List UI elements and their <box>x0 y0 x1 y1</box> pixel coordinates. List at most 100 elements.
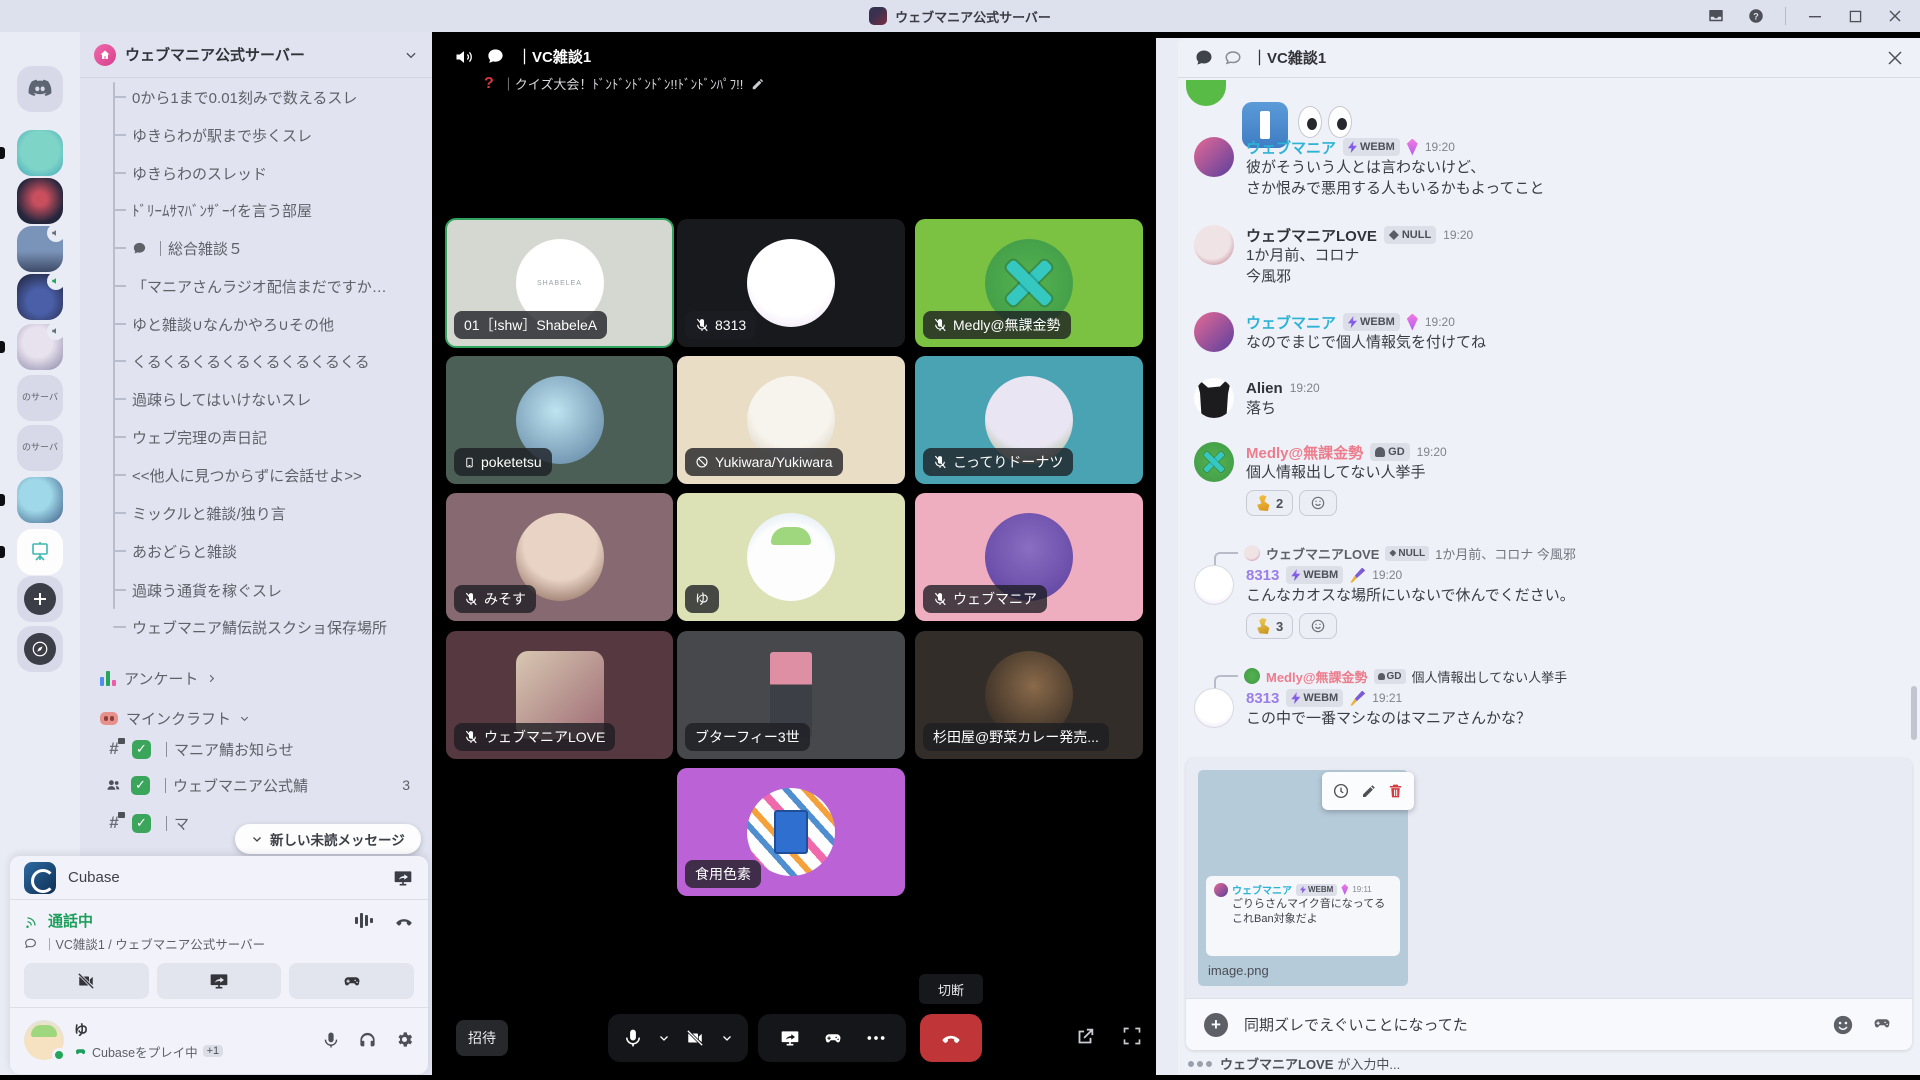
popout-icon[interactable] <box>1074 1026 1096 1048</box>
server-header[interactable]: ウェブマニア公式サーバー <box>80 32 432 78</box>
add-server-button[interactable] <box>17 576 63 622</box>
game-activity-button[interactable] <box>289 963 414 999</box>
chat-scrollbar-thumb[interactable] <box>1911 686 1917 740</box>
screen-share-button[interactable] <box>157 963 282 999</box>
server-icon-robot[interactable] <box>17 130 63 176</box>
add-reaction-button[interactable] <box>1299 613 1337 639</box>
server-icon-festival[interactable] <box>17 274 63 320</box>
reply-reference[interactable]: ウェブマニアLOVE NULL 1か月前、コロナ 今風邪 <box>1214 543 1904 563</box>
author-name[interactable]: 8313 <box>1246 690 1279 707</box>
server-icon-text-1[interactable]: のサーバ <box>17 375 63 421</box>
help-icon[interactable]: ? <box>1739 3 1773 29</box>
reaction-pill[interactable]: 3 <box>1246 613 1293 639</box>
delete-trash-icon[interactable] <box>1387 782 1404 800</box>
thread-item[interactable]: ゆきらわのスレッド <box>80 158 432 188</box>
mic-options-chevron[interactable] <box>658 1032 670 1044</box>
server-icon-anime-girl[interactable] <box>17 324 63 370</box>
minimize-button[interactable] <box>1798 3 1832 29</box>
disconnect-icon[interactable] <box>394 912 414 930</box>
avatar[interactable] <box>1194 565 1234 605</box>
server-icon-fireworks[interactable] <box>17 178 63 224</box>
avatar[interactable] <box>1194 137 1234 177</box>
chat-bubble-icon[interactable] <box>486 47 505 66</box>
edit-pencil-icon[interactable] <box>1361 783 1377 799</box>
voice-tile[interactable]: poketetsu <box>446 356 673 484</box>
close-window-button[interactable] <box>1878 3 1912 29</box>
gift-game-icon[interactable] <box>1870 1014 1894 1036</box>
voice-tile[interactable]: Medly@無課金勢 <box>915 219 1143 347</box>
voice-tile[interactable]: 8313 <box>677 219 905 347</box>
settings-gear-icon[interactable] <box>395 1030 414 1050</box>
channel-announcements[interactable]: # ✓ ｜マニア鯖お知らせ <box>80 732 432 766</box>
voice-tile[interactable]: みそす <box>446 493 673 621</box>
author-name[interactable]: ウェブマニアLOVE <box>1246 225 1377 246</box>
fullscreen-icon[interactable] <box>1122 1026 1142 1048</box>
server-icon-text-2[interactable]: のサーバ <box>17 425 63 471</box>
voice-tile[interactable]: SHABELEA 01［!shw］ShabeleA <box>446 219 673 347</box>
camera-off-button[interactable] <box>24 963 149 999</box>
avatar[interactable] <box>1194 442 1234 482</box>
camera-options-chevron[interactable] <box>721 1032 733 1044</box>
thread-item[interactable]: 「マニアさんラジオ配信まだですか… <box>80 271 432 301</box>
thread-item[interactable]: ミックルと雑談/独り言 <box>80 498 432 528</box>
poll-section[interactable]: アンケート <box>80 662 432 694</box>
author-name[interactable]: ウェブマニア <box>1246 137 1336 158</box>
voice-activity-icon[interactable] <box>355 913 373 929</box>
screen-share-button[interactable] <box>779 1028 801 1048</box>
thread-item[interactable]: くるくるくるくるくるくるくるくる <box>80 346 432 376</box>
server-icon-easel[interactable] <box>17 529 63 575</box>
explore-servers-button[interactable] <box>17 626 63 672</box>
author-name[interactable]: 8313 <box>1246 567 1279 584</box>
spoiler-eye-icon[interactable] <box>1332 782 1350 800</box>
thread-item[interactable]: ウェブマニア鯖伝説スクショ保存場所 <box>80 612 432 642</box>
thread-item[interactable]: ゆと雑談∪なんかやろ∪その他 <box>80 309 432 339</box>
author-name[interactable]: ウェブマニア <box>1246 312 1336 333</box>
voice-tile[interactable]: こってりドーナツ <box>915 356 1143 484</box>
thread-item[interactable]: <<他人に見つからずに会話せよ>> <box>80 460 432 490</box>
avatar[interactable] <box>1194 378 1234 418</box>
maximize-button[interactable] <box>1838 3 1872 29</box>
channel-official-server[interactable]: ✓ ｜ウェブマニア公式鯖 3 <box>80 768 432 802</box>
discord-home-button[interactable] <box>17 66 63 112</box>
thread-item[interactable]: 0から1まで0.01刻みで数えるスレ <box>80 82 432 112</box>
thread-item[interactable]: 過疎らしてはいけないスレ <box>80 384 432 414</box>
server-icon-couple[interactable] <box>17 477 63 523</box>
disconnect-button[interactable] <box>920 1014 982 1062</box>
avatar[interactable] <box>1194 312 1234 352</box>
inbox-icon[interactable] <box>1699 3 1733 29</box>
voice-tile[interactable]: ブターフィー3世 <box>677 631 905 759</box>
avatar[interactable] <box>1194 688 1234 728</box>
add-attachment-button[interactable]: + <box>1204 1013 1228 1037</box>
edit-pencil-icon[interactable] <box>751 77 765 91</box>
voice-tile[interactable]: ゆ <box>677 493 905 621</box>
voice-tile[interactable]: ウェブマニアLOVE <box>446 631 673 759</box>
server-icon-suit[interactable] <box>17 226 63 272</box>
voice-tile[interactable]: ウェブマニア <box>915 493 1143 621</box>
thread-item[interactable]: ゆきらわが駅まで歩くスレ <box>80 120 432 150</box>
author-name[interactable]: Medly@無課金勢 <box>1246 442 1363 463</box>
add-reaction-button[interactable] <box>1299 490 1337 516</box>
thread-item[interactable]: ウェブ完理の声日記 <box>80 422 432 452</box>
camera-off-button[interactable] <box>684 1029 706 1047</box>
mic-icon[interactable] <box>322 1030 340 1050</box>
close-chat-button[interactable] <box>1886 49 1904 67</box>
voice-tile[interactable]: Yukiwara/Yukiwara <box>677 356 905 484</box>
mic-button[interactable] <box>623 1028 643 1048</box>
thread-item[interactable]: ﾄﾞﾘｰﾑｻﾏﾊﾞﾝｻﾞｰｲを言う部屋 <box>80 195 432 225</box>
voice-tile[interactable]: 杉田屋@野菜カレー発売... <box>915 631 1143 759</box>
new-unread-messages-pill[interactable]: 新しい未読メッセージ <box>235 824 421 854</box>
thread-item[interactable]: 過疎う通貨を稼ぐスレ <box>80 575 432 605</box>
stream-activity-icon[interactable] <box>392 868 414 888</box>
headphones-icon[interactable] <box>358 1030 377 1050</box>
reply-reference[interactable]: Medly@無課金勢 GD 個人情報出してない人挙手 <box>1214 666 1904 686</box>
game-activity-button[interactable] <box>821 1029 845 1047</box>
more-options-button[interactable] <box>866 1035 886 1041</box>
avatar[interactable] <box>1194 225 1234 265</box>
invite-button[interactable]: 招待 <box>456 1020 508 1056</box>
user-avatar[interactable] <box>24 1020 64 1060</box>
emoji-picker-icon[interactable] <box>1832 1014 1854 1036</box>
thread-item[interactable]: あおどらと雑談 <box>80 536 432 566</box>
reaction-pill[interactable]: 2 <box>1246 490 1293 516</box>
thread-item[interactable]: ｜総合雑談５ <box>80 233 432 263</box>
message-input[interactable]: 同期ズレでえぐいことになってた <box>1244 1014 1816 1035</box>
